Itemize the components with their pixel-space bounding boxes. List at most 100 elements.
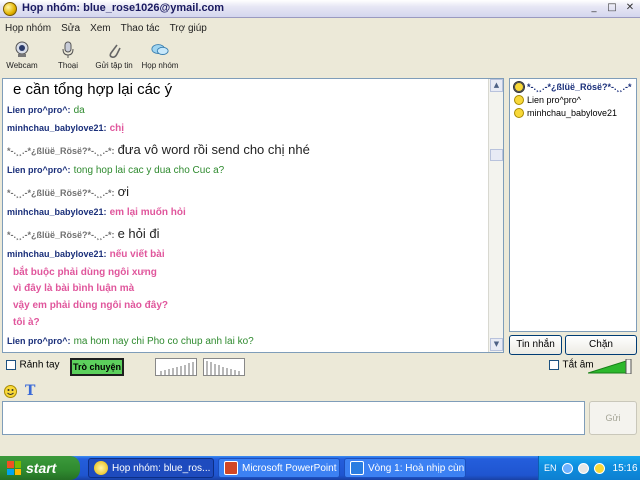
block-button[interactable]: Chặn	[565, 335, 637, 355]
scroll-thumb[interactable]	[490, 149, 503, 161]
message-sender: Lien pro^pro^:	[7, 105, 71, 115]
chat-history[interactable]: e cần tổng hợp lại các ý Lien pro^pro^: d…	[2, 78, 504, 353]
maximize-button[interactable]: □	[605, 2, 619, 15]
webcam-button[interactable]: Webcam	[2, 38, 42, 74]
message-sender: minhchau_babylove21:	[7, 123, 107, 133]
hands-free-checkbox[interactable]	[6, 360, 16, 370]
windows-logo-icon	[7, 461, 21, 475]
menu-edit[interactable]: Sửa	[61, 23, 80, 34]
chat-message: tôi à?	[13, 316, 40, 328]
voice-button[interactable]: Thoại	[48, 38, 88, 74]
message-sender: *-.¸¸.-*¿ßlüë_Rösë?*-.¸¸.-*:	[7, 146, 115, 156]
message-sender: minhchau_babylove21:	[7, 207, 107, 217]
send-file-label: Gửi tập tin	[95, 61, 133, 70]
member-list[interactable]: *-.¸¸.-*¿ßlüë_Rösë?*-.¸¸.-* Lien pro^pro…	[509, 78, 637, 332]
taskbar-item-browser[interactable]: Vòng 1: Hoà nhịp cùn...	[344, 458, 466, 478]
mute-toggle[interactable]: Tắt âm	[549, 358, 594, 376]
menu-bar: Họp nhóm Sửa Xem Thao tác Trợ giúp	[0, 19, 640, 37]
close-button[interactable]: ✕	[623, 2, 637, 15]
yahoo-smiley-icon	[94, 461, 108, 475]
message-text: tong hop lai cac y dua cho Cuc a?	[73, 165, 225, 176]
powerpoint-icon	[224, 461, 238, 475]
send-button[interactable]: Gửi	[589, 401, 637, 435]
message-text: e cần tổng hợp lại các ý	[13, 81, 173, 98]
member-item[interactable]: Lien pro^pro^	[514, 95, 581, 105]
message-sender: Lien pro^pro^:	[7, 165, 71, 175]
voice-label: Thoại	[57, 61, 78, 70]
webcam-label: Webcam	[6, 61, 38, 70]
start-button[interactable]: start	[0, 456, 80, 480]
webcam-icon	[13, 41, 31, 59]
speaker-level-meter	[203, 358, 245, 376]
conference-button[interactable]: Họp nhóm	[140, 38, 180, 74]
talk-button[interactable]: Trò chuyện	[70, 358, 124, 376]
paperclip-icon	[105, 41, 123, 59]
task-label: Vòng 1: Hoà nhịp cùn...	[368, 462, 466, 474]
member-item[interactable]: *-.¸¸.-*¿ßlüë_Rösë?*-.¸¸.-*	[513, 81, 632, 93]
chat-message: Lien pro^pro^: da	[7, 104, 85, 116]
message-text: nếu viết bài	[109, 249, 165, 260]
chat-message: *-.¸¸.-*¿ßlüë_Rösë?*-.¸¸.-*: đưa vô word…	[7, 142, 310, 157]
taskbar: start Họp nhóm: blue_ros... Microsoft Po…	[0, 456, 640, 480]
message-text: da	[73, 105, 85, 116]
message-text: ơi	[117, 184, 129, 199]
message-input[interactable]	[2, 401, 585, 435]
chat-message: vậy em phải dùng ngôi nào đây?	[13, 299, 168, 311]
menu-actions[interactable]: Thao tác	[121, 23, 160, 34]
message-sender: Lien pro^pro^:	[7, 336, 71, 346]
chat-message: minhchau_babylove21: chị	[7, 122, 124, 134]
chat-message: Lien pro^pro^: ma hom nay chi Pho co chu…	[7, 335, 254, 347]
task-label: Microsoft PowerPoint ...	[242, 462, 340, 474]
chat-message: minhchau_babylove21: nếu viết bài	[7, 248, 165, 260]
hands-free-toggle[interactable]: Rảnh tay	[6, 358, 60, 376]
webcam-smiley-icon	[513, 81, 525, 93]
ie-icon	[350, 461, 364, 475]
smiley-icon	[514, 95, 524, 105]
chat-message: *-.¸¸.-*¿ßlüë_Rösë?*-.¸¸.-*: ơi	[7, 184, 129, 199]
chat-message: minhchau_babylove21: em lại muốn hỏi	[7, 206, 186, 218]
chat-message: vì đây là bài bình luận mà	[13, 282, 134, 294]
volume-icon[interactable]	[577, 462, 589, 474]
scroll-down-button[interactable]: ▼	[490, 338, 503, 351]
minimize-button[interactable]: _	[587, 2, 601, 15]
chat-scrollbar[interactable]: ▲ ▼	[488, 79, 503, 352]
title-bar: Họp nhóm: blue_rose1026@ymail.com _ □ ✕	[0, 0, 640, 18]
conference-label: Họp nhóm	[141, 61, 179, 70]
message-text: vậy em phải dùng ngôi nào đây?	[13, 300, 169, 311]
menu-view[interactable]: Xem	[90, 23, 111, 34]
smiley-icon	[514, 108, 524, 118]
taskbar-item-conference[interactable]: Họp nhóm: blue_ros...	[88, 458, 214, 478]
emoticon-icon[interactable]	[4, 384, 17, 398]
yahoo-tray-icon[interactable]	[593, 462, 605, 474]
clock: 15:16	[612, 462, 638, 474]
mute-checkbox[interactable]	[549, 360, 559, 370]
member-name: Lien pro^pro^	[527, 95, 581, 105]
taskbar-item-powerpoint[interactable]: Microsoft PowerPoint ...	[218, 458, 340, 478]
member-item[interactable]: minhchau_babylove21	[514, 108, 617, 118]
text-format-icon[interactable]: T	[25, 383, 35, 399]
scroll-up-button[interactable]: ▲	[490, 79, 503, 92]
chat-message: *-.¸¸.-*¿ßlüë_Rösë?*-.¸¸.-*: e hỏi đi	[7, 226, 159, 241]
message-text: tôi à?	[13, 317, 40, 328]
network-icon[interactable]	[561, 462, 573, 474]
message-text: em lại muốn hỏi	[109, 207, 186, 218]
send-file-button[interactable]: Gửi tập tin	[94, 38, 134, 74]
window-title: Họp nhóm: blue_rose1026@ymail.com	[22, 2, 225, 14]
volume-slider[interactable]	[587, 358, 634, 375]
conference-icon	[151, 41, 169, 59]
format-toolbar: T	[4, 383, 35, 399]
toolbar: Webcam Thoại Gửi tập tin Họp nhóm	[0, 38, 640, 74]
member-name: *-.¸¸.-*¿ßlüë_Rösë?*-.¸¸.-*	[527, 82, 632, 92]
system-tray: EN 15:16	[538, 456, 640, 480]
menu-conference[interactable]: Họp nhóm	[5, 23, 51, 34]
voice-level-meter	[155, 358, 197, 376]
message-text: e hỏi đi	[117, 226, 160, 241]
menu-help[interactable]: Trợ giúp	[170, 23, 207, 34]
message-text: đưa vô word rồi send cho chị nhé	[117, 142, 310, 157]
language-indicator[interactable]: EN	[544, 463, 557, 473]
message-sender: minhchau_babylove21:	[7, 249, 107, 259]
hands-free-label: Rảnh tay	[19, 359, 60, 371]
message-button[interactable]: Tin nhắn	[509, 335, 562, 355]
message-text: bắt buộc phải dùng ngôi xưng	[13, 267, 157, 278]
message-text: chị	[109, 123, 125, 134]
